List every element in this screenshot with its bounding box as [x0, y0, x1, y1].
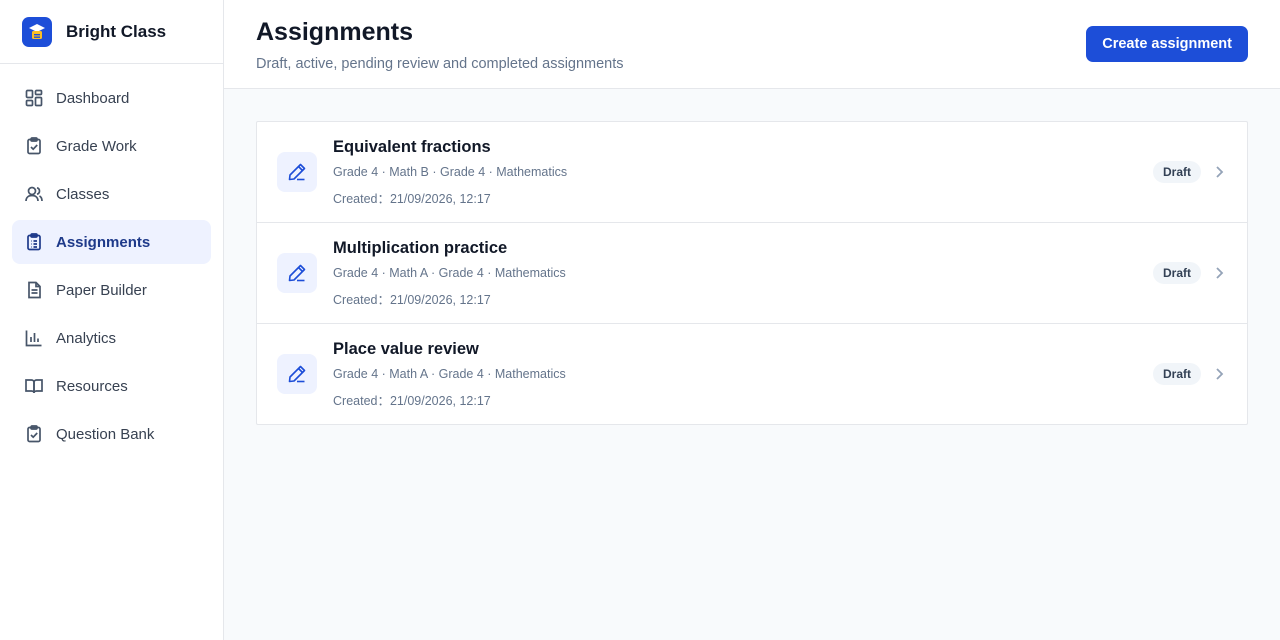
assignment-info: Place value review Grade 4 · Math A · Gr…: [333, 340, 1153, 409]
users-icon: [24, 184, 44, 204]
assignment-created: Created：21/09/2026, 12:17: [333, 292, 491, 307]
sidebar-item-question-bank[interactable]: Question Bank: [12, 412, 211, 456]
assignment-title: Equivalent fractions: [333, 137, 491, 156]
header-text: Assignments Draft, active, pending revie…: [256, 18, 624, 72]
sidebar-item-label: Question Bank: [56, 425, 155, 443]
sidebar-item-dashboard[interactable]: Dashboard: [12, 76, 211, 120]
dashboard-icon: [24, 88, 44, 108]
sidebar-item-label: Resources: [56, 377, 128, 395]
assignment-created: Created：21/09/2026, 12:17: [333, 393, 491, 408]
assignment-meta: Grade 4 · Math A · Grade 4 · Mathematics: [333, 265, 566, 280]
pencil-icon: [277, 253, 317, 293]
chevron-right-icon[interactable]: [1211, 164, 1227, 180]
assignment-info: Equivalent fractions Grade 4 · Math B · …: [333, 138, 1153, 207]
pencil-icon: [277, 354, 317, 394]
assignment-row[interactable]: Equivalent fractions Grade 4 · Math B · …: [257, 122, 1247, 223]
assignment-created: Created：21/09/2026, 12:17: [333, 191, 491, 206]
sidebar-item-label: Classes: [56, 185, 110, 203]
sidebar-item-classes[interactable]: Classes: [12, 172, 211, 216]
assignment-row[interactable]: Multiplication practice Grade 4 · Math A…: [257, 223, 1247, 324]
sidebar-item-analytics[interactable]: Analytics: [12, 316, 211, 360]
sidebar-item-label: Grade Work: [56, 137, 137, 155]
sidebar-item-label: Dashboard: [56, 89, 130, 107]
chevron-right-icon[interactable]: [1211, 366, 1227, 382]
file-text-icon: [24, 280, 44, 300]
pencil-icon: [277, 152, 317, 192]
assignment-title: Multiplication practice: [333, 238, 508, 257]
clipboard-check-icon: [24, 136, 44, 156]
sidebar-item-label: Assignments: [56, 233, 151, 251]
assignment-row[interactable]: Place value review Grade 4 · Math A · Gr…: [257, 324, 1247, 424]
clipboard-list-icon: [24, 232, 44, 252]
sidebar-item-grade-work[interactable]: Grade Work: [12, 124, 211, 168]
page-title: Assignments: [256, 18, 413, 46]
sidebar-item-assignments[interactable]: Assignments: [12, 220, 211, 264]
sidebar: Bright Class Dashboard Grade Work Classe…: [0, 0, 224, 640]
sidebar-item-resources[interactable]: Resources: [12, 364, 211, 408]
sidebar-item-paper-builder[interactable]: Paper Builder: [12, 268, 211, 312]
page-header: Assignments Draft, active, pending revie…: [224, 0, 1280, 89]
assignment-title: Place value review: [333, 339, 479, 358]
bar-chart-icon: [24, 328, 44, 348]
app-name: Bright Class: [66, 21, 167, 41]
sidebar-item-label: Analytics: [56, 329, 117, 347]
brand[interactable]: Bright Class: [0, 0, 223, 64]
status-badge: Draft: [1152, 363, 1201, 385]
create-assignment-button[interactable]: Create assignment: [1086, 26, 1248, 62]
page-subtitle: Draft, active, pending review and comple…: [256, 56, 624, 72]
status-badge: Draft: [1152, 161, 1201, 183]
status-badge: Draft: [1152, 262, 1201, 284]
assignment-meta: Grade 4 · Math A · Grade 4 · Mathematics: [333, 366, 566, 381]
assignment-meta: Grade 4 · Math B · Grade 4 · Mathematics: [333, 164, 568, 179]
sidebar-nav: Dashboard Grade Work Classes Assignments…: [0, 64, 223, 472]
book-open-icon: [24, 376, 44, 396]
chevron-right-icon[interactable]: [1211, 265, 1227, 281]
main-area: Assignments Draft, active, pending revie…: [224, 0, 1280, 640]
content: Equivalent fractions Grade 4 · Math B · …: [224, 89, 1280, 457]
clipboard-check-icon: [24, 424, 44, 444]
graduation-cap-logo-icon: [22, 16, 52, 47]
sidebar-item-label: Paper Builder: [56, 281, 147, 299]
assignment-info: Multiplication practice Grade 4 · Math A…: [333, 239, 1153, 308]
assignment-list: Equivalent fractions Grade 4 · Math B · …: [256, 121, 1248, 425]
